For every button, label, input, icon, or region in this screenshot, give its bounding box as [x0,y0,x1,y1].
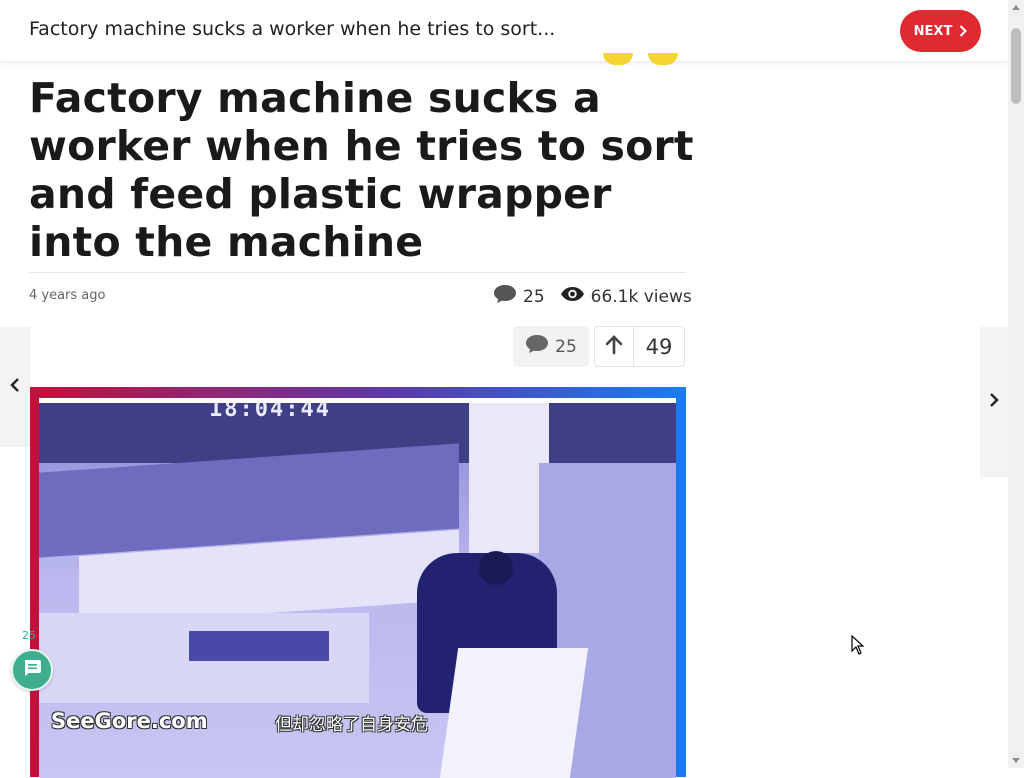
header-title[interactable]: Factory machine sucks a worker when he t… [29,18,555,40]
chevron-left-icon [10,377,20,397]
article-headline: Factory machine sucks a worker when he t… [29,74,694,266]
scroll-up-arrow[interactable] [1012,5,1020,10]
video-watermark: SeeGore.com [51,709,208,733]
speech-bubble-icon [493,284,517,309]
comments-stat[interactable]: 25 [493,284,545,309]
comment-count: 25 [555,336,577,357]
next-label: NEXT [913,23,953,39]
video-player[interactable]: 18:04:44 SeeGore.com 但却忽略了自身安危 [39,403,676,778]
chat-button[interactable] [11,649,53,691]
video-scene-pillar [469,403,549,553]
eye-icon [560,286,585,307]
views-stat: 66.1k views [560,286,692,307]
chevron-right-icon [959,25,968,37]
video-timestamp: 18:04:44 [209,403,331,422]
video-scene-control-box [439,648,589,778]
video-subtitle: 但却忽略了自身安危 [275,715,428,735]
arrow-up-icon [605,334,623,359]
prev-post-button[interactable] [0,327,30,447]
scroll-down-arrow[interactable] [1012,758,1020,763]
next-post-side-button[interactable] [980,327,1008,477]
comment-count: 25 [523,286,545,307]
chevron-right-icon [989,392,999,412]
mouse-cursor-icon [851,634,865,659]
post-time: 4 years ago [29,288,106,303]
vote-widget: 49 [594,326,685,367]
emoji-reaction-icon[interactable] [648,53,678,65]
scrollbar[interactable] [1008,0,1024,768]
comments-button[interactable]: 25 [513,326,589,367]
emoji-reaction-icon[interactable] [603,53,633,65]
speech-bubble-icon [525,334,549,359]
sticky-header: Factory machine sucks a worker when he t… [0,0,1008,61]
next-button[interactable]: NEXT [900,10,981,52]
upvote-button[interactable] [595,327,634,366]
media-frame: 18:04:44 SeeGore.com 但却忽略了自身安危 [30,387,686,778]
video-scene-worker-head [479,551,513,585]
media-container: 18:04:44 SeeGore.com 但却忽略了自身安危 [39,398,676,778]
view-count: 66.1k views [590,286,692,307]
floating-comment-count: 25 [22,629,36,642]
chat-bubble-icon [22,658,42,682]
divider [29,272,686,273]
scroll-thumb[interactable] [1011,28,1021,104]
post-stats: 25 66.1k views [493,284,692,309]
vote-count: 49 [645,334,673,359]
video-scene-panel [189,631,329,661]
